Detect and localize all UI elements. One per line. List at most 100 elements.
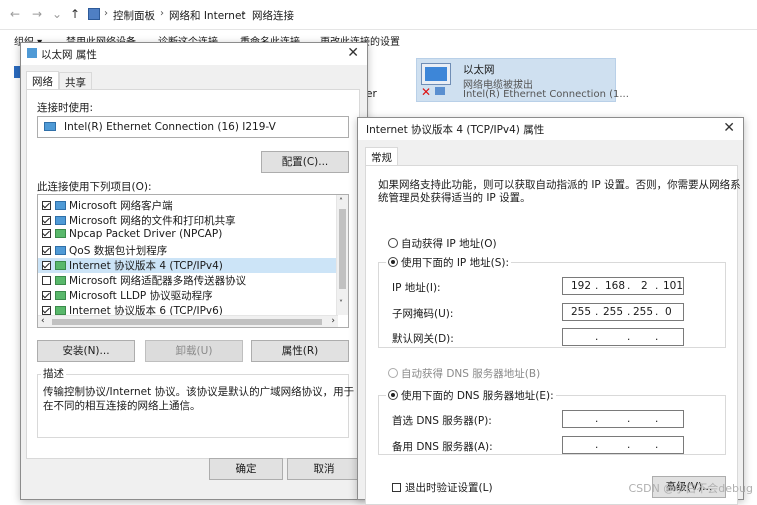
scroll-down-icon: ˅: [339, 299, 343, 308]
auto-ip-option[interactable]: 自动获得 IP 地址(O): [388, 236, 497, 251]
radio-button[interactable]: [388, 390, 398, 400]
checkbox[interactable]: [42, 216, 51, 225]
auto-dns-option[interactable]: 自动获得 DNS 服务器地址(B): [388, 366, 540, 381]
breadcrumb-separator: ›: [160, 8, 164, 19]
octet-dot: .: [655, 306, 659, 318]
mask-octet-1: 255: [571, 306, 592, 318]
ethernet-adapter-item[interactable]: ✕ 以太网 网络电缆被拔出 Intel(R) Ethernet Connecti…: [416, 58, 629, 102]
checkbox[interactable]: [42, 261, 51, 270]
description-line-1: 传输控制协议/Internet 协议。该协议是默认的广域网络协议，用于: [43, 386, 355, 398]
list-item-label: Microsoft 网络客户端: [69, 200, 173, 212]
gateway-field[interactable]: . . .: [562, 328, 684, 346]
list-item[interactable]: Microsoft 网络的文件和打印机共享: [42, 213, 236, 228]
checkbox[interactable]: [42, 229, 51, 238]
octet-dot: .: [595, 439, 599, 451]
radio-button[interactable]: [388, 257, 398, 267]
adapter-monitor-icon: [421, 63, 451, 85]
tab-network[interactable]: 网络: [26, 71, 59, 91]
protocol-icon: [55, 276, 66, 285]
breadcrumb-separator: ›: [104, 8, 108, 19]
ip-octet-4: 101: [663, 280, 684, 292]
forward-arrow-icon[interactable]: →: [30, 7, 44, 21]
list-item-label: QoS 数据包计划程序: [69, 245, 168, 257]
alternate-dns-label: 备用 DNS 服务器(A):: [392, 441, 493, 453]
close-icon[interactable]: ✕: [347, 45, 359, 61]
cancel-button[interactable]: 取消: [287, 458, 361, 480]
scroll-left-icon: ‹: [41, 316, 45, 326]
list-item-label: Microsoft 网络的文件和打印机共享: [69, 215, 236, 227]
subnet-mask-field[interactable]: 255 . 255 . 255 . 0: [562, 303, 684, 321]
vertical-scrollbar[interactable]: ˄ ˅: [336, 195, 348, 315]
up-arrow-icon[interactable]: ↑: [68, 7, 82, 21]
checkbox[interactable]: [42, 201, 51, 210]
tab-general[interactable]: 常规: [365, 147, 398, 167]
list-item[interactable]: Npcap Packet Driver (NPCAP): [42, 228, 222, 240]
dialog-title: Internet 协议版本 4 (TCP/IPv4) 属性: [366, 124, 545, 136]
back-arrow-icon[interactable]: ←: [8, 7, 22, 21]
preferred-dns-field[interactable]: . . .: [562, 410, 684, 428]
subnet-mask-label: 子网掩码(U):: [392, 308, 454, 320]
dialog-title: 以太网 属性: [41, 49, 97, 61]
adapter-device: Intel(R) Ethernet Connection (1...: [463, 89, 629, 100]
radio-button[interactable]: [388, 368, 398, 378]
octet-dot: .: [595, 306, 599, 318]
service-icon: [55, 216, 66, 225]
list-item[interactable]: QoS 数据包计划程序: [42, 243, 167, 258]
uninstall-button[interactable]: 卸载(U): [145, 340, 243, 362]
ip-octet-2: 168: [605, 280, 626, 292]
close-icon[interactable]: ✕: [723, 120, 735, 136]
breadcrumb-network-connections[interactable]: 网络连接: [252, 8, 294, 23]
mask-octet-4: 0: [665, 306, 672, 318]
list-item-label: Microsoft 网络适配器多路传送器协议: [69, 275, 247, 287]
intro-line-2: 统管理员处获得适当的 IP 设置。: [378, 192, 531, 204]
use-ip-option[interactable]: 使用下面的 IP 地址(S):: [386, 255, 511, 270]
list-item[interactable]: Microsoft LLDP 协议驱动程序: [42, 288, 213, 303]
breadcrumb-separator: ›: [242, 8, 246, 19]
protocol-icon: [55, 261, 66, 270]
components-list[interactable]: Microsoft 网络客户端 Microsoft 网络的文件和打印机共享 Np…: [37, 194, 349, 328]
chevron-down-icon[interactable]: ⌄: [50, 7, 64, 21]
list-item[interactable]: Microsoft 网络适配器多路传送器协议: [42, 273, 246, 288]
radio-button[interactable]: [388, 238, 398, 248]
auto-ip-label: 自动获得 IP 地址(O): [401, 238, 497, 250]
octet-dot: .: [655, 413, 659, 425]
octet-dot: .: [595, 280, 599, 292]
checkbox[interactable]: [42, 246, 51, 255]
protocol-icon: [55, 229, 66, 238]
checkbox[interactable]: [42, 306, 51, 315]
ok-button[interactable]: 确定: [209, 458, 283, 480]
checkbox[interactable]: [42, 291, 51, 300]
list-item[interactable]: Microsoft 网络客户端: [42, 198, 173, 213]
description-label: 描述: [41, 366, 66, 381]
install-button[interactable]: 安装(N)...: [37, 340, 135, 362]
list-item-selected[interactable]: Internet 协议版本 4 (TCP/IPv4): [38, 258, 336, 273]
ip-octet-3: 2: [641, 280, 648, 292]
use-dns-option[interactable]: 使用下面的 DNS 服务器地址(E):: [386, 388, 556, 403]
connect-using-label: 连接时使用:: [37, 102, 94, 114]
dialog-titlebar: Internet 协议版本 4 (TCP/IPv4) 属性 ✕: [358, 118, 743, 140]
adapter-name-text: Intel(R) Ethernet Connection (16) I219-V: [64, 121, 276, 133]
auto-dns-label: 自动获得 DNS 服务器地址(B): [401, 368, 541, 380]
control-panel-icon: [88, 8, 100, 20]
client-icon: [55, 201, 66, 210]
list-item-label: Microsoft LLDP 协议驱动程序: [69, 290, 213, 302]
protocol-icon: [55, 306, 66, 315]
horizontal-scrollbar[interactable]: ‹ ›: [38, 315, 338, 327]
properties-button[interactable]: 属性(R): [251, 340, 349, 362]
alternate-dns-field[interactable]: . . .: [562, 436, 684, 454]
dialog-titlebar: 以太网 属性 ✕: [21, 43, 367, 65]
service-icon: [55, 246, 66, 255]
octet-dot: .: [627, 280, 631, 292]
ip-address-field[interactable]: 192 . 168 . 2 . 101: [562, 277, 684, 295]
breadcrumb-network-internet[interactable]: 网络和 Internet: [169, 8, 246, 23]
breadcrumb-control-panel[interactable]: 控制面板: [113, 8, 155, 23]
checkbox[interactable]: [42, 276, 51, 285]
use-dns-label: 使用下面的 DNS 服务器地址(E):: [401, 390, 554, 402]
configure-button[interactable]: 配置(C)...: [261, 151, 349, 173]
mask-octet-3: 255: [633, 306, 654, 318]
validate-option[interactable]: 退出时验证设置(L): [392, 480, 493, 495]
checkbox[interactable]: [392, 483, 401, 492]
protocol-icon: [55, 291, 66, 300]
use-ip-label: 使用下面的 IP 地址(S):: [401, 257, 509, 269]
preferred-dns-label: 首选 DNS 服务器(P):: [392, 415, 492, 427]
